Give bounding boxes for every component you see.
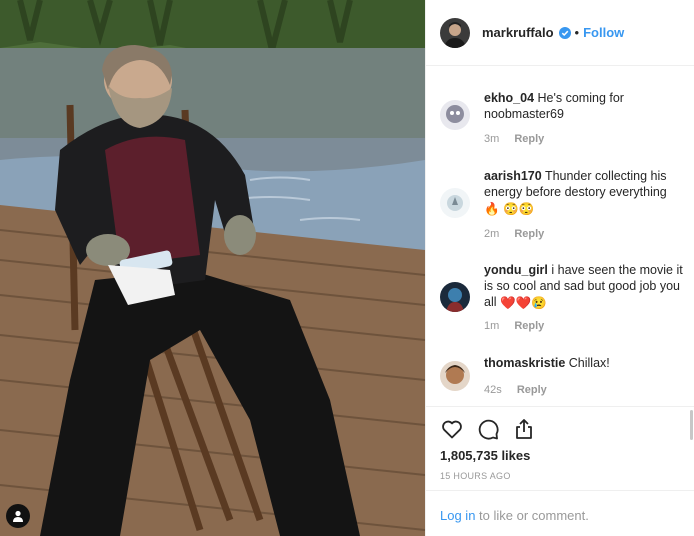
person-icon — [13, 510, 23, 522]
reply-button[interactable]: Reply — [514, 133, 544, 145]
comment-age: 2m — [484, 228, 500, 240]
comment-meta: 42s Reply — [484, 384, 547, 396]
comment-username[interactable]: aarish170 — [484, 169, 542, 183]
follow-button[interactable]: Follow — [583, 25, 624, 40]
login-link[interactable]: Log in — [440, 508, 475, 523]
comment-meta: 3m Reply — [484, 133, 544, 145]
reply-button[interactable]: Reply — [514, 320, 544, 332]
post-side-panel: markruffalo • Follow ekho_04 He's coming… — [425, 0, 694, 536]
post-actions: 1,805,735 likes 15 HOURS AGO — [426, 406, 694, 496]
verified-badge-icon — [558, 26, 571, 39]
comment-message: Chillax! — [568, 356, 610, 370]
post-photo[interactable] — [0, 0, 425, 536]
comment-avatar[interactable] — [440, 282, 470, 312]
comment-emoji: ❤️❤️😢 — [500, 295, 547, 310]
comment-age: 42s — [484, 384, 502, 396]
comment-meta: 1m Reply — [484, 320, 544, 332]
photo-illustration — [0, 0, 425, 536]
header-separator: • — [574, 25, 580, 40]
comments-list[interactable]: ekho_04 He's coming for noobmaster69 3m … — [426, 66, 694, 406]
user-tag-button[interactable] — [6, 504, 30, 528]
comment-age: 3m — [484, 133, 500, 145]
author-avatar[interactable] — [440, 17, 470, 48]
share-icon[interactable] — [512, 417, 536, 441]
comment-text: yondu_girl i have seen the movie it is s… — [484, 262, 694, 311]
comment-text: ekho_04 He's coming for noobmaster69 — [484, 90, 694, 122]
reply-button[interactable]: Reply — [517, 384, 547, 396]
post-header: markruffalo • Follow — [426, 0, 694, 66]
comment-username[interactable]: ekho_04 — [484, 91, 534, 105]
comment-emoji: 🔥 😳😳 — [484, 201, 535, 216]
author-username[interactable]: markruffalo — [482, 25, 554, 40]
likes-count[interactable]: 1,805,735 likes — [440, 448, 530, 463]
comment-age: 1m — [484, 320, 500, 332]
heart-icon[interactable] — [440, 417, 464, 441]
comment-username[interactable]: thomaskristie — [484, 356, 565, 370]
comment-avatar[interactable] — [440, 361, 470, 391]
comment-avatar[interactable] — [440, 188, 470, 218]
reply-button[interactable]: Reply — [514, 228, 544, 240]
comment-text: aarish170 Thunder collecting his energy … — [484, 168, 694, 217]
login-prompt-text: to like or comment. — [475, 508, 589, 523]
post-timestamp: 15 HOURS AGO — [440, 471, 511, 481]
comment-meta: 2m Reply — [484, 228, 544, 240]
comment-text: thomaskristie Chillax! — [484, 355, 694, 371]
comment-avatar[interactable] — [440, 100, 470, 130]
comment-bubble-icon[interactable] — [476, 417, 500, 441]
login-prompt: Log in to like or comment. — [426, 490, 694, 536]
comment-username[interactable]: yondu_girl — [484, 263, 548, 277]
action-icons — [440, 417, 536, 441]
